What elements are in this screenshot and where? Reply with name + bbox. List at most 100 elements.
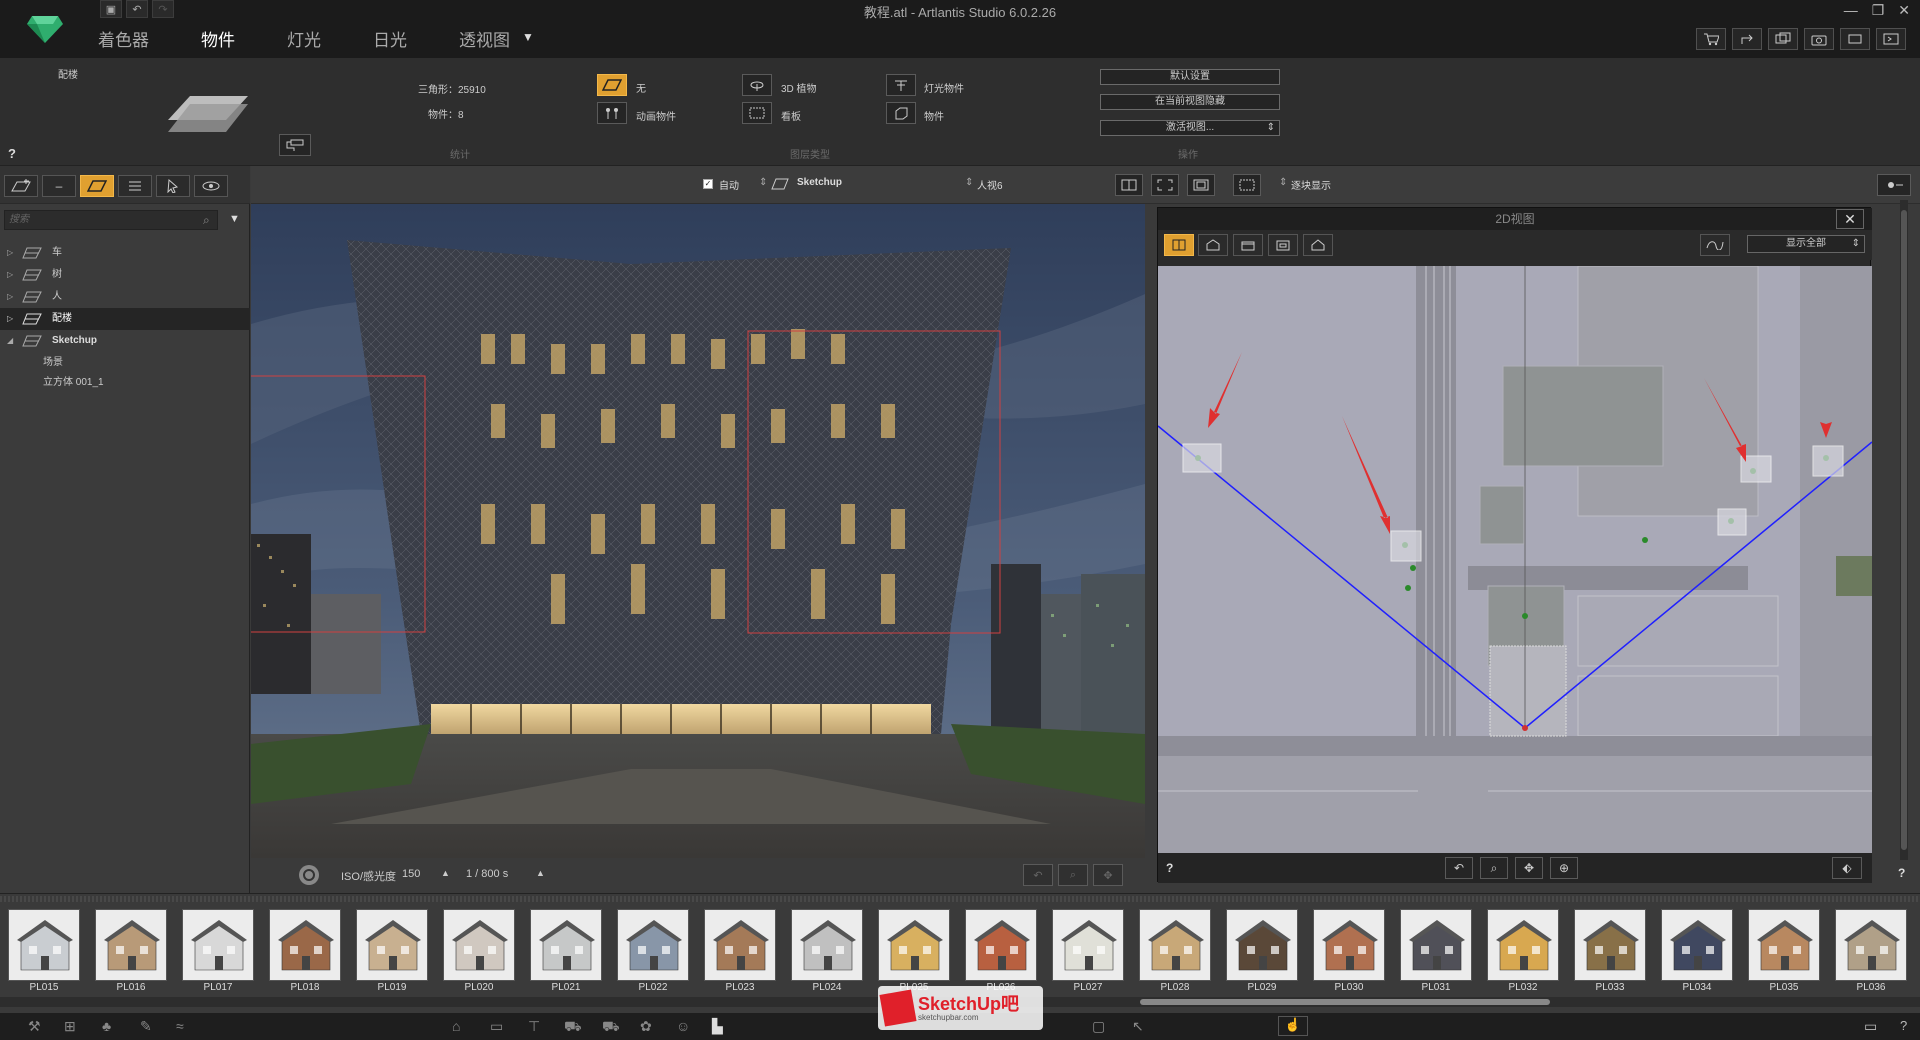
navigate-icon[interactable]: ⬖ [1832,857,1862,879]
filter-dropdown-icon[interactable]: ▼ [229,213,240,225]
layer-type-none-button[interactable] [597,74,627,96]
zoom-icon[interactable]: ⌕ [1058,864,1088,886]
crop-icon[interactable] [1840,28,1870,50]
fence-icon[interactable]: ⊞ [64,1018,76,1035]
zoom-icon[interactable]: ⌕ [1480,857,1508,879]
plant3d-icon[interactable] [742,74,772,96]
tab-heliodons[interactable]: 日光 [373,26,407,51]
render-preview[interactable] [251,204,1145,858]
library-item-thumbnail[interactable] [965,909,1037,981]
tab-shaders[interactable]: 着色器 [98,26,149,51]
building-icon[interactable]: ▙ [712,1018,723,1035]
car-icon[interactable]: ⛟ [602,1018,620,1037]
remove-layer-button[interactable]: – [42,175,76,197]
list-view-button[interactable] [118,175,152,197]
show-all-dropdown[interactable]: 显示全部 ⇕ [1747,235,1865,253]
car-icon[interactable]: ⛟ [564,1018,582,1037]
library-item-thumbnail[interactable] [356,909,428,981]
brush-icon[interactable]: ⚒ [28,1018,41,1035]
source-selector[interactable]: Sketchup [797,177,842,188]
library-item-thumbnail[interactable] [1835,909,1907,981]
export-icon[interactable] [1732,28,1762,50]
undo-view-icon[interactable]: ↶ [1023,864,1053,886]
view-name-selector[interactable]: 人视6 [977,177,1003,192]
library-item-thumbnail[interactable] [878,909,950,981]
tab-perspectives[interactable]: 透视图 [459,26,510,51]
water-icon[interactable]: ≈ [176,1018,184,1034]
fit-view-icon[interactable] [1151,174,1179,196]
help-button[interactable]: ? [1166,861,1173,875]
frame-view-icon[interactable] [1187,174,1215,196]
object-icon[interactable] [886,102,916,124]
pan-icon[interactable]: ✥ [1515,857,1543,879]
folder-icon[interactable]: ▢ [1092,1018,1105,1035]
minimize-icon[interactable]: — [1844,2,1858,19]
library-item-thumbnail[interactable] [1487,909,1559,981]
library-item-thumbnail[interactable] [1661,909,1733,981]
library-item-thumbnail[interactable] [1226,909,1298,981]
hide-in-view-button[interactable]: 在当前视图隐藏 [1100,94,1280,110]
visibility-button[interactable] [194,175,228,197]
tab-lights[interactable]: 灯光 [287,26,321,51]
library-item-thumbnail[interactable] [95,909,167,981]
tree-item-cars[interactable]: ▷ 车 [0,242,250,264]
floor-plan-map[interactable] [1158,266,1872,853]
pointer-icon[interactable]: ↖ [1132,1018,1144,1035]
auto-checkbox[interactable]: ✓ [703,179,713,189]
perspective-dropdown-icon[interactable]: ▼ [522,30,534,51]
layer-mode-button[interactable] [80,175,114,197]
tree-item-sketchup[interactable]: ◢ Sketchup [0,330,250,352]
iso-value[interactable]: 150 [402,868,420,880]
front-view-icon[interactable] [1198,234,1228,256]
right-scrollbar[interactable] [1900,200,1908,860]
zoom-extents-icon[interactable]: ⊕ [1550,857,1578,879]
sun-icon[interactable] [1877,174,1911,196]
iso-up-arrow-icon[interactable]: ▲ [441,868,450,878]
lamp-icon[interactable]: ⊤ [528,1018,540,1035]
tree-child-scene[interactable]: 场景 [0,352,250,374]
paint-roller-icon[interactable] [279,134,311,156]
library-item-thumbnail[interactable] [269,909,341,981]
anim-object-icon[interactable] [597,102,627,124]
plant-icon[interactable]: ✿ [640,1018,652,1035]
library-item-thumbnail[interactable] [1052,909,1124,981]
pan-icon[interactable]: ✥ [1093,864,1123,886]
shutter-up-arrow-icon[interactable]: ▲ [536,868,545,878]
library-item-thumbnail[interactable] [1574,909,1646,981]
rotate-icon[interactable] [1700,234,1730,256]
light-object-icon[interactable] [886,74,916,96]
library-item-thumbnail[interactable] [704,909,776,981]
default-settings-button[interactable]: 默认设置 [1100,69,1280,85]
help-button[interactable]: ? [1900,1018,1907,1033]
library-item-thumbnail[interactable] [1400,909,1472,981]
window-icon[interactable]: ▭ [1864,1018,1877,1035]
library-item-thumbnail[interactable] [791,909,863,981]
back-view-icon[interactable] [1268,234,1298,256]
tree-icon[interactable]: ♣ [102,1018,111,1034]
library-item-thumbnail[interactable] [1748,909,1820,981]
tree-child-cube[interactable]: 立方体 001_1 [0,372,250,394]
library-item-thumbnail[interactable] [8,909,80,981]
people-icon[interactable]: ☺ [676,1018,690,1034]
layer-search-input[interactable]: 搜索 [4,210,218,230]
sofa-icon[interactable]: ⌂ [452,1018,460,1034]
spinner-icon[interactable]: ⇕ [1279,177,1287,188]
activate-view-dropdown[interactable]: 激活视图... ⇕ [1100,120,1280,136]
add-layer-button[interactable] [4,175,38,197]
aperture-icon[interactable] [299,865,319,885]
shutter-speed[interactable]: 1 / 800 s [466,868,508,880]
roof-view-icon[interactable] [1303,234,1333,256]
tab-objects[interactable]: 物件 [201,26,235,51]
cart-icon[interactable] [1696,28,1726,50]
library-item-thumbnail[interactable] [530,909,602,981]
pencil-icon[interactable]: ✎ [140,1018,152,1035]
billboard-icon[interactable] [742,102,772,124]
library-item-thumbnail[interactable] [443,909,515,981]
undo-view-icon[interactable]: ↶ [1445,857,1473,879]
split-view-icon[interactable] [1115,174,1143,196]
tv-icon[interactable]: ▭ [490,1018,503,1035]
multi-window-icon[interactable] [1768,28,1798,50]
side-view-icon[interactable] [1233,234,1263,256]
library-item-thumbnail[interactable] [617,909,689,981]
tree-item-buildings[interactable]: ▷ 配楼 [0,308,250,330]
